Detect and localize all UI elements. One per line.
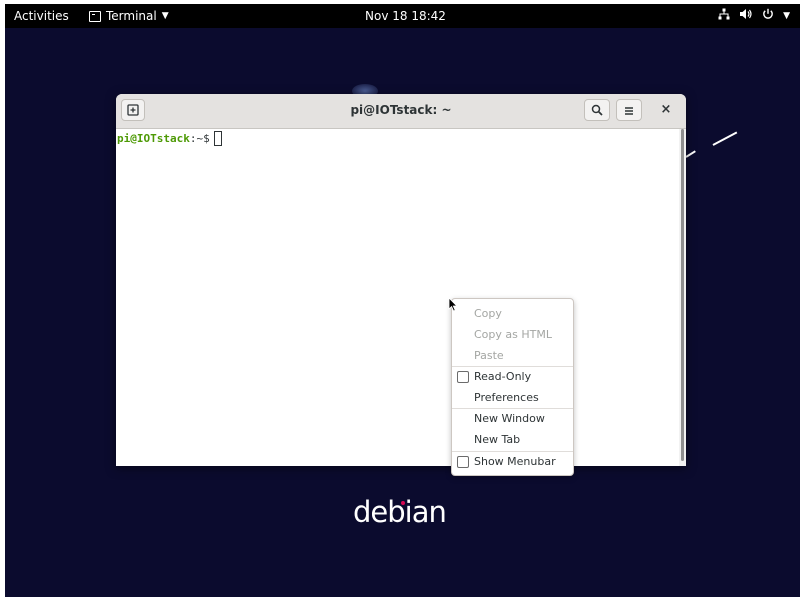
title-bar[interactable]: pi@IOTstack: ~ × — [116, 94, 686, 129]
prompt-path: :~$ — [189, 132, 210, 145]
caret-down-icon: ▼ — [783, 10, 790, 21]
activities-button[interactable]: Activities — [14, 9, 69, 23]
menu-item-copy[interactable]: Copy — [452, 304, 573, 324]
menu-item-label: New Tab — [474, 433, 521, 446]
desktop-decor-line — [712, 131, 738, 146]
menu-button[interactable] — [616, 99, 642, 121]
shell-prompt: pi@IOTstack:~$ — [117, 131, 222, 146]
read-only-checkbox[interactable] — [457, 371, 469, 383]
menu-item-preferences[interactable]: Preferences — [452, 388, 573, 408]
power-icon — [762, 8, 774, 23]
menu-item-new-window[interactable]: New Window — [452, 409, 573, 429]
show-menubar-checkbox[interactable] — [457, 456, 469, 468]
menu-item-label: Preferences — [474, 391, 539, 404]
clock[interactable]: Nov 18 18:42 — [365, 9, 446, 23]
terminal-app-icon — [89, 10, 101, 22]
menu-item-label: Copy — [474, 307, 502, 320]
menu-item-label: New Window — [474, 412, 545, 425]
terminal-scrollbar[interactable] — [679, 129, 686, 466]
menu-item-label: Paste — [474, 349, 504, 362]
debian-logo-dot — [401, 501, 405, 505]
caret-down-icon: ▼ — [161, 11, 169, 21]
menu-item-show-menubar[interactable]: Show Menubar — [452, 452, 573, 472]
menu-item-label: Show Menubar — [474, 455, 556, 468]
scrollbar-thumb[interactable] — [681, 129, 684, 461]
top-bar: Activities Terminal ▼ Nov 18 18:42 ▼ — [5, 4, 800, 28]
menu-item-copy-as-html[interactable]: Copy as HTML — [452, 325, 573, 345]
system-menu[interactable]: ▼ — [718, 8, 790, 23]
menu-item-new-tab[interactable]: New Tab — [452, 430, 573, 450]
volume-icon — [739, 8, 753, 23]
hamburger-menu-icon — [624, 101, 634, 120]
context-menu: Copy Copy as HTML Paste Read-Only Prefer… — [451, 298, 574, 476]
menu-item-paste[interactable]: Paste — [452, 346, 573, 366]
mouse-pointer-icon — [448, 297, 458, 317]
debian-logo: debian — [353, 495, 447, 529]
menu-item-label: Read-Only — [474, 370, 532, 383]
frame-left-edge — [0, 0, 5, 597]
terminal-window[interactable]: pi@IOTstack: ~ × pi@IOTstack:~$ — [116, 94, 686, 466]
text-cursor — [213, 131, 222, 146]
menu-item-read-only[interactable]: Read-Only — [452, 367, 573, 387]
app-menu-label: Terminal — [106, 9, 157, 23]
menu-item-label: Copy as HTML — [474, 328, 552, 341]
search-button[interactable] — [584, 99, 610, 121]
prompt-user-host: pi@IOTstack — [117, 132, 190, 145]
network-icon — [718, 8, 730, 23]
search-icon — [591, 101, 603, 120]
terminal-output[interactable]: pi@IOTstack:~$ — [116, 129, 679, 466]
close-button[interactable]: × — [658, 102, 674, 118]
desktop-decor-line — [685, 150, 696, 158]
app-menu[interactable]: Terminal ▼ — [89, 9, 169, 23]
